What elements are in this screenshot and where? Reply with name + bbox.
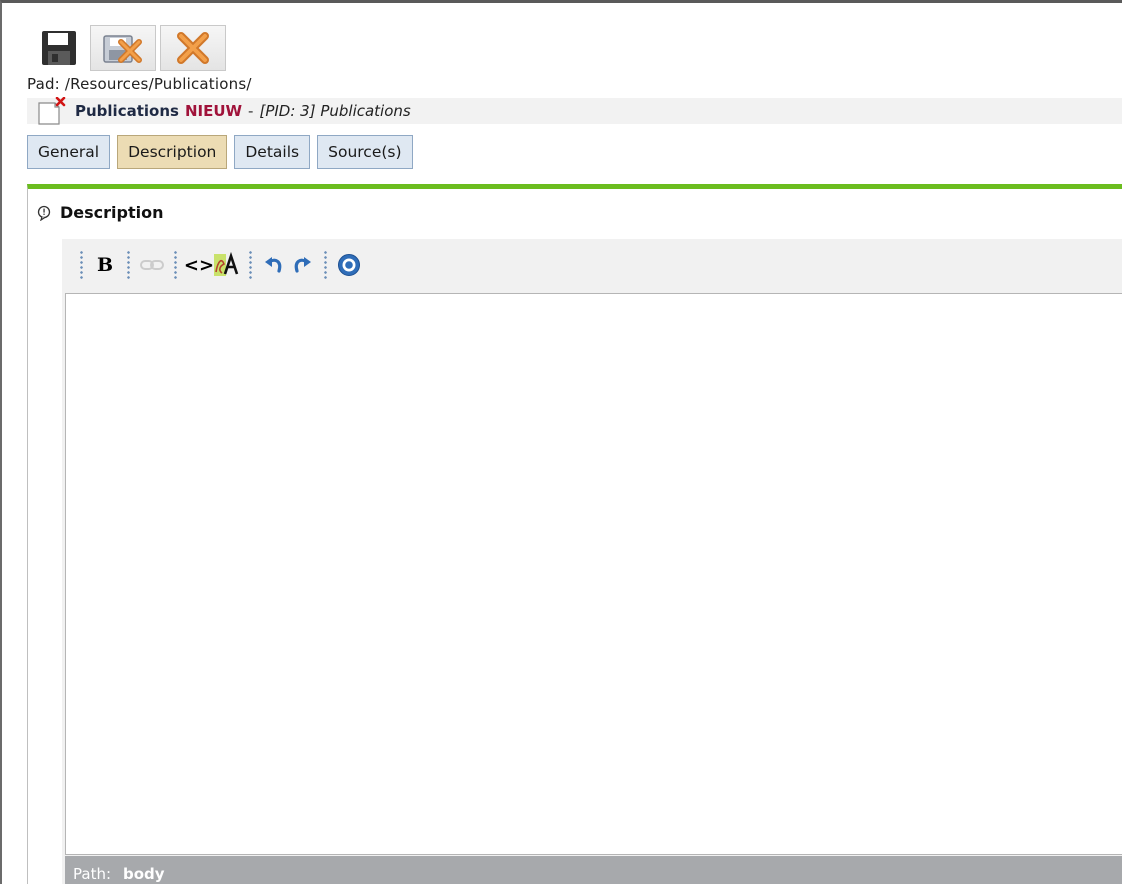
window-frame: Pad: /Resources/Publications/ Publicatio… xyxy=(0,0,1122,884)
document-toolbar xyxy=(32,25,226,73)
close-x-icon xyxy=(177,32,209,64)
floppy-disk-icon xyxy=(42,31,76,65)
tab-bar: General Description Details Source(s) xyxy=(27,135,413,169)
record-status-new: NIEUW xyxy=(184,102,243,120)
bold-icon: B xyxy=(96,254,114,276)
save-and-close-button[interactable] xyxy=(90,25,156,71)
editor-content-area[interactable] xyxy=(65,293,1122,855)
spellcheck-icon xyxy=(214,252,239,276)
status-path-body[interactable]: body xyxy=(123,865,165,883)
close-button[interactable] xyxy=(160,25,226,71)
redo-button[interactable] xyxy=(288,251,316,279)
source-code-button[interactable]: <> xyxy=(183,251,215,279)
description-panel: Description B <> Path: body xyxy=(27,184,1122,884)
editor-statusbar: Path: body xyxy=(65,856,1122,884)
redo-icon xyxy=(294,257,311,273)
status-path-label: Path: xyxy=(73,865,112,883)
editor-toolbar: B <> xyxy=(62,239,1122,291)
new-document-icon xyxy=(37,96,67,125)
bold-button[interactable]: B xyxy=(91,251,119,279)
record-title: Publications xyxy=(75,102,179,120)
help-icon xyxy=(338,254,360,276)
record-meta: [PID: 3] Publications xyxy=(259,102,411,120)
help-bubble-icon xyxy=(37,205,51,221)
source-code-icon: <> xyxy=(183,254,215,276)
save-button[interactable] xyxy=(32,25,86,71)
undo-button[interactable] xyxy=(260,251,288,279)
help-button[interactable] xyxy=(335,251,363,279)
save-close-icon xyxy=(103,35,142,63)
toolbar-separator xyxy=(174,250,177,280)
toolbar-separator xyxy=(324,250,327,280)
undo-icon xyxy=(265,257,282,273)
tab-general[interactable]: General xyxy=(27,135,111,169)
rich-text-editor: B <> Path: body xyxy=(62,239,1122,884)
panel-title: Description xyxy=(60,203,164,222)
tab-sources[interactable]: Source(s) xyxy=(317,135,413,169)
record-header: Publications NIEUW - [PID: 3] Publicatio… xyxy=(27,96,1122,125)
toolbar-separator xyxy=(80,250,83,280)
toolbar-separator xyxy=(127,250,130,280)
link-button[interactable] xyxy=(138,251,166,279)
spellcheck-button[interactable] xyxy=(213,251,241,279)
tab-details[interactable]: Details xyxy=(234,135,311,169)
record-separator: - xyxy=(248,102,254,120)
panel-header: Description xyxy=(36,203,163,222)
toolbar-separator xyxy=(249,250,252,280)
link-icon xyxy=(140,260,164,270)
breadcrumb-path: Pad: /Resources/Publications/ xyxy=(27,75,252,93)
tab-description[interactable]: Description xyxy=(117,135,228,169)
